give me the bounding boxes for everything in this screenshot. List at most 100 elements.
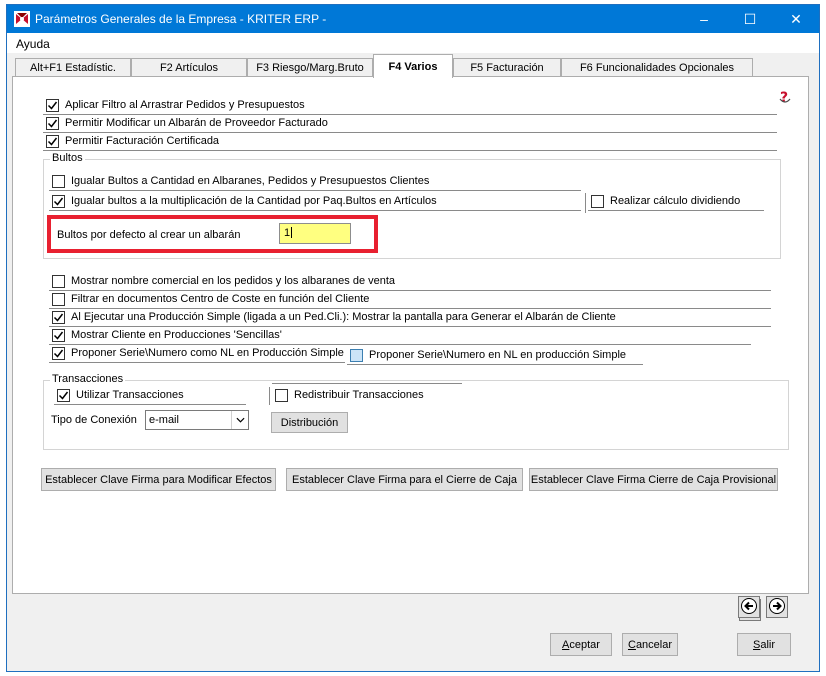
tab-facturacion[interactable]: F5 Facturación bbox=[453, 58, 561, 77]
title-bar[interactable]: Parámetros Generales de la Empresa - KRI… bbox=[7, 5, 819, 33]
al-ejecutar-option[interactable]: Al Ejecutar una Producción Simple (ligad… bbox=[49, 309, 771, 327]
vertical-divider bbox=[269, 387, 270, 405]
help-icon[interactable]: ? bbox=[777, 89, 793, 106]
permitir-facturacion-label: Permitir Facturación Certificada bbox=[65, 135, 220, 147]
bultos-defecto-input[interactable]: 1 bbox=[279, 223, 351, 244]
tipo-conexion-label: Tipo de Conexión bbox=[51, 414, 137, 426]
permitir-modificar-label: Permitir Modificar un Albarán de Proveed… bbox=[65, 117, 328, 129]
bultos-defecto-label: Bultos por defecto al crear un albarán bbox=[57, 229, 241, 241]
next-button[interactable] bbox=[766, 596, 788, 618]
mostrar-cliente-checkbox[interactable] bbox=[52, 329, 65, 342]
tab-articulos[interactable]: F2 Artículos bbox=[131, 58, 247, 77]
maximize-button[interactable]: ☐ bbox=[727, 5, 773, 33]
distribucion-button[interactable]: Distribución bbox=[271, 412, 348, 433]
prev-button[interactable] bbox=[738, 596, 760, 618]
realizar-calculo-option[interactable]: Realizar cálculo dividiendo bbox=[588, 193, 764, 211]
tab-label: Alt+F1 Estadístic. bbox=[30, 62, 116, 74]
mostrar-nombre-checkbox[interactable] bbox=[52, 275, 65, 288]
tab-page-varios: ? Aplicar Filtro al Arrastrar Pedidos y … bbox=[12, 76, 809, 621]
igualar-multiplicacion-label: Igualar bultos a la multiplicación de la… bbox=[71, 195, 437, 207]
chevron-down-icon bbox=[231, 411, 248, 429]
tab-label: F3 Riesgo/Marg.Bruto bbox=[256, 62, 364, 74]
button-label: Establecer Clave Firma para Modificar Ef… bbox=[45, 473, 272, 486]
minimize-button[interactable]: – bbox=[681, 5, 727, 33]
tab-strip: Alt+F1 Estadístic. F2 Artículos F3 Riesg… bbox=[7, 53, 819, 78]
igualar-multiplicacion-option[interactable]: Igualar bultos a la multiplicación de la… bbox=[49, 193, 581, 211]
mostrar-nombre-option[interactable]: Mostrar nombre comercial en los pedidos … bbox=[49, 273, 771, 291]
accelerator-key: A bbox=[562, 638, 570, 651]
permitir-facturacion-option[interactable]: Permitir Facturación Certificada bbox=[43, 133, 777, 151]
divider bbox=[49, 210, 581, 211]
divider bbox=[272, 383, 462, 384]
utilizar-transacciones-label: Utilizar Transacciones bbox=[76, 389, 184, 401]
divider bbox=[49, 190, 581, 191]
igualar-multiplicacion-checkbox[interactable] bbox=[52, 195, 65, 208]
close-button[interactable]: ✕ bbox=[773, 5, 819, 33]
button-label: ancelar bbox=[635, 638, 673, 651]
window-title: Parámetros Generales de la Empresa - KRI… bbox=[35, 12, 327, 26]
tipo-conexion-select[interactable]: e-mail bbox=[145, 410, 249, 430]
accelerator-key: S bbox=[752, 638, 761, 651]
redistribuir-transacciones-label: Redistribuir Transacciones bbox=[294, 389, 424, 401]
mostrar-cliente-option[interactable]: Mostrar Cliente en Producciones 'Sencill… bbox=[49, 327, 751, 345]
filtrar-coste-option[interactable]: Filtrar en documentos Centro de Coste en… bbox=[49, 291, 771, 309]
utilizar-transacciones-option[interactable]: Utilizar Transacciones bbox=[54, 387, 246, 405]
cancelar-button[interactable]: Cancelar bbox=[622, 633, 678, 656]
transacciones-group-label: Transacciones bbox=[50, 373, 126, 385]
aplicar-filtro-checkbox[interactable] bbox=[46, 99, 59, 112]
clave-cierre-caja-button[interactable]: Establecer Clave Firma para el Cierre de… bbox=[286, 468, 523, 491]
main-window: Parámetros Generales de la Empresa - KRI… bbox=[6, 4, 820, 672]
aceptar-button[interactable]: Aceptar bbox=[550, 633, 612, 656]
redistribuir-transacciones-checkbox[interactable] bbox=[275, 389, 288, 402]
filtrar-coste-checkbox[interactable] bbox=[52, 293, 65, 306]
proponer-serie-option[interactable]: Proponer Serie\Numero como NL en Producc… bbox=[49, 345, 345, 363]
aplicar-filtro-option[interactable]: Aplicar Filtro al Arrastrar Pedidos y Pr… bbox=[43, 97, 777, 115]
proponer-serie-checkbox[interactable] bbox=[52, 347, 65, 360]
menu-ayuda[interactable]: Ayuda bbox=[16, 37, 50, 51]
igualar-cantidad-option[interactable]: Igualar Bultos a Cantidad en Albaranes, … bbox=[49, 173, 581, 191]
clave-cierre-provisional-button[interactable]: Establecer Clave Firma Cierre de Caja Pr… bbox=[529, 468, 778, 491]
utilizar-transacciones-checkbox[interactable] bbox=[57, 389, 70, 402]
permitir-modificar-option[interactable]: Permitir Modificar un Albarán de Proveed… bbox=[43, 115, 777, 133]
divider bbox=[43, 150, 777, 151]
salir-button[interactable]: Salir bbox=[737, 633, 791, 656]
tab-funcionalidades[interactable]: F6 Funcionalidades Opcionales bbox=[561, 58, 753, 77]
proponer-serie-nl-checkbox[interactable] bbox=[350, 349, 363, 362]
tab-varios[interactable]: F4 Varios bbox=[373, 54, 453, 78]
proponer-serie-nl-option[interactable]: Proponer Serie\Numero en NL en producció… bbox=[347, 347, 643, 365]
arrow-right-icon bbox=[769, 597, 785, 617]
tab-riesgo[interactable]: F3 Riesgo/Marg.Bruto bbox=[247, 58, 373, 77]
proponer-serie-label: Proponer Serie\Numero como NL en Producc… bbox=[71, 347, 344, 359]
maximize-icon: ☐ bbox=[743, 10, 757, 27]
realizar-calculo-checkbox[interactable] bbox=[591, 195, 604, 208]
vertical-divider bbox=[585, 193, 586, 213]
close-icon: ✕ bbox=[790, 10, 802, 27]
al-ejecutar-checkbox[interactable] bbox=[52, 311, 65, 324]
permitir-modificar-checkbox[interactable] bbox=[46, 117, 59, 130]
redistribuir-transacciones-option[interactable]: Redistribuir Transacciones bbox=[272, 387, 462, 405]
text-caret bbox=[291, 227, 293, 238]
button-label: ceptar bbox=[569, 638, 600, 651]
mostrar-cliente-label: Mostrar Cliente en Producciones 'Sencill… bbox=[71, 329, 282, 341]
proponer-serie-nl-label: Proponer Serie\Numero en NL en producció… bbox=[369, 349, 627, 361]
realizar-calculo-label: Realizar cálculo dividiendo bbox=[610, 195, 741, 207]
mostrar-nombre-label: Mostrar nombre comercial en los pedidos … bbox=[71, 275, 396, 287]
button-label: Establecer Clave Firma para el Cierre de… bbox=[292, 473, 517, 486]
bultos-group-label: Bultos bbox=[50, 152, 85, 164]
divider bbox=[347, 364, 643, 365]
tab-label: F4 Varios bbox=[388, 61, 438, 73]
igualar-cantidad-checkbox[interactable] bbox=[52, 175, 65, 188]
tab-label: F2 Artículos bbox=[159, 62, 219, 74]
filtrar-coste-label: Filtrar en documentos Centro de Coste en… bbox=[71, 293, 370, 305]
app-logo-icon bbox=[14, 11, 30, 27]
permitir-facturacion-checkbox[interactable] bbox=[46, 135, 59, 148]
accelerator-key: C bbox=[627, 638, 636, 651]
clave-modificar-efectos-button[interactable]: Establecer Clave Firma para Modificar Ef… bbox=[41, 468, 276, 491]
tab-estadisticas[interactable]: Alt+F1 Estadístic. bbox=[15, 58, 131, 77]
divider bbox=[54, 404, 246, 405]
divider bbox=[588, 210, 764, 211]
tab-label: F5 Facturación bbox=[470, 62, 544, 74]
button-label: Establecer Clave Firma Cierre de Caja Pr… bbox=[530, 473, 777, 486]
igualar-cantidad-label: Igualar Bultos a Cantidad en Albaranes, … bbox=[71, 175, 430, 187]
aplicar-filtro-label: Aplicar Filtro al Arrastrar Pedidos y Pr… bbox=[65, 99, 305, 111]
